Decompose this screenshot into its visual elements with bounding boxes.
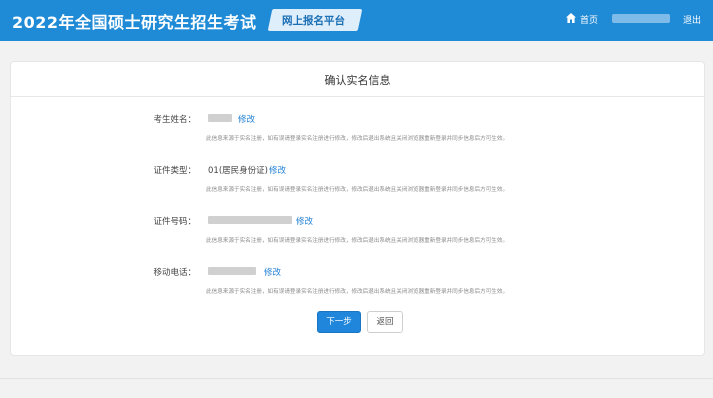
card-divider [11,96,704,97]
card-title: 确认实名信息 [324,74,391,87]
back-button[interactable]: 返回 [367,311,403,333]
id-number-note: 此信息来源于实名注册，如有误请登录实名注册进行修改，修改后退出系统且关闭浏览器重… [206,238,509,244]
footer-divider [0,378,713,379]
mobile-note: 此信息来源于实名注册，如有误请登录实名注册进行修改，修改后退出系统且关闭浏览器重… [206,289,509,295]
mobile-label: 移动电话： [153,268,196,278]
home-icon[interactable] [565,12,577,24]
name-value-redacted [208,114,232,122]
logout-link[interactable]: 退出 [683,13,701,26]
next-step-button[interactable]: 下一步 [317,311,361,333]
id-number-label: 证件号码： [153,217,196,227]
id-type-note: 此信息来源于实名注册，如有误请登录实名注册进行修改，修改后退出系统且关闭浏览器重… [206,187,509,193]
confirm-info-card: 确认实名信息 考生姓名： 修改 此信息来源于实名注册，如有误请登录实名注册进行修… [10,61,705,356]
id-type-label: 证件类型： [153,166,196,176]
home-link[interactable]: 首页 [580,13,598,26]
edit-id-number-link[interactable]: 修改 [296,215,313,227]
platform-label: 网上报名平台 [282,15,345,27]
edit-name-link[interactable]: 修改 [238,113,255,125]
edit-id-type-link[interactable]: 修改 [269,164,286,176]
mobile-value-redacted [208,267,256,275]
name-note: 此信息来源于实名注册，如有误请登录实名注册进行修改，修改后退出系统且关闭浏览器重… [206,136,509,142]
name-label: 考生姓名： [153,115,196,125]
username-redacted [612,14,670,23]
id-number-value-redacted [208,216,292,224]
edit-mobile-link[interactable]: 修改 [264,266,281,278]
exam-title: 2022年全国硕士研究生招生考试 [12,13,257,32]
top-header: 2022年全国硕士研究生招生考试 网上报名平台 首页 退出 [0,0,713,41]
id-type-value: 01(居民身份证) [208,166,268,176]
